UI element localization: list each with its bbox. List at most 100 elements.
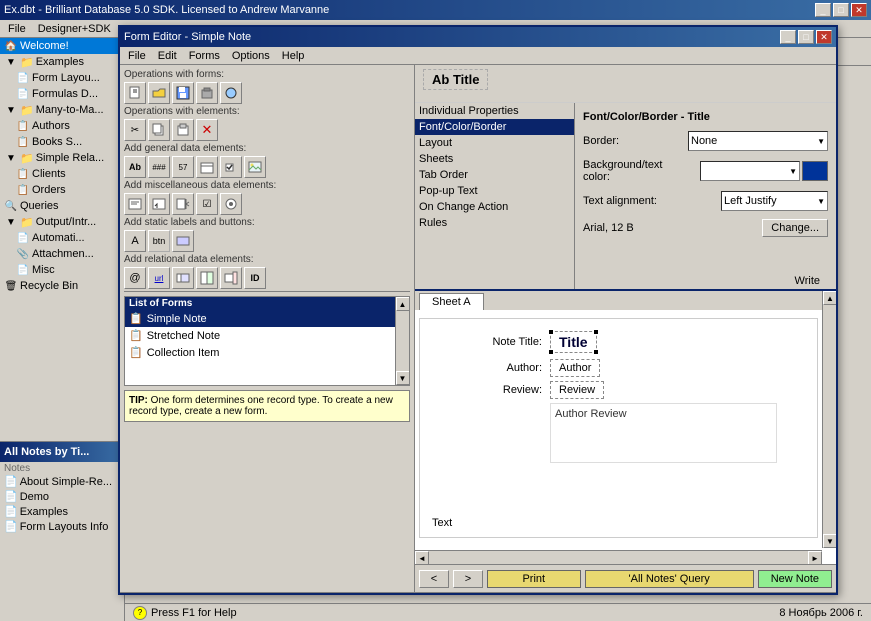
review-field[interactable]: Review [550,381,604,399]
outer-close-button[interactable]: ✕ [851,3,867,17]
tree-item-attach[interactable]: 📎 Attachmen... [12,246,124,262]
at-btn[interactable]: @ [124,267,146,289]
prop-layout[interactable]: Layout [415,135,574,151]
form-menu-help[interactable]: Help [276,49,311,63]
paste-btn[interactable] [172,119,194,141]
bg-color-select[interactable]: ▼ [700,161,800,181]
new-note-button[interactable]: New Note [758,570,832,588]
outer-menu-designer[interactable]: Designer+SDK [32,22,117,36]
prop-tab-order[interactable]: Tab Order [415,167,574,183]
border-select[interactable]: None ▼ [688,131,828,151]
misc-btn-1[interactable] [124,193,146,215]
form-item-stretched[interactable]: 📋 Stretched Note [125,327,395,344]
tree-item-simple-rela[interactable]: ▼ 📁 Simple Rela... [0,150,124,166]
add-text-btn[interactable]: Ab [124,156,146,178]
add-check-btn[interactable] [220,156,242,178]
rel-btn-1[interactable] [172,267,194,289]
tree-item-recycle[interactable]: 🗑 Recycle Bin [0,278,124,294]
button-btn[interactable]: btn [148,230,170,252]
note-item-examples[interactable]: 📄 Examples [0,504,125,519]
add-number-btn[interactable]: ### [148,156,170,178]
misc-btn-3[interactable] [172,193,194,215]
note-title-field[interactable]: Title [550,331,597,353]
misc-btn-2[interactable] [148,193,170,215]
note-item-about[interactable]: 📄 About Simple-Re... [0,474,125,489]
prev-btn[interactable]: < [419,570,449,588]
form-btn-5[interactable] [220,82,242,104]
form-editor-window: Form Editor - Simple Note _ □ ✕ File Edi… [118,25,838,595]
tree-item-auto[interactable]: 📄 Automati... [12,230,124,246]
rel-btn-2[interactable] [196,267,218,289]
misc-btn-4[interactable]: ☑ [196,193,218,215]
form-menu-edit[interactable]: Edit [152,49,183,63]
tree-item-orders[interactable]: 📋 Orders [12,182,124,198]
form-editor-minimize-button[interactable]: _ [780,30,796,44]
id-btn[interactable]: ID [244,267,266,289]
add-date-btn[interactable] [196,156,218,178]
rel-btn-3[interactable] [220,267,242,289]
sheet-scroll-up[interactable]: ▲ [823,291,836,305]
note-item-form-layouts[interactable]: 📄 Form Layouts Info [0,519,125,534]
add-misc-label: Add miscellaneous data elements: [124,180,410,191]
add-int-btn[interactable]: 57 [172,156,194,178]
copy-btn[interactable] [148,119,170,141]
prop-individual[interactable]: Individual Properties [415,103,574,119]
text-align-select[interactable]: Left Justify ▼ [721,191,828,211]
url-btn[interactable]: url [148,267,170,289]
all-notes-query-btn[interactable]: 'All Notes' Query [585,570,754,588]
cut-btn[interactable]: ✂ [124,119,146,141]
tree-item-examples[interactable]: ▼ 📁 Examples [0,54,124,70]
delete-form-btn[interactable] [196,82,218,104]
form-item-simple-note[interactable]: 📋 Simple Note [125,310,395,327]
form-menu-options[interactable]: Options [226,49,276,63]
prop-rules[interactable]: Rules [415,215,574,231]
sheet-scroll-left[interactable]: ◄ [415,551,429,564]
form-editor-maximize-button[interactable]: □ [798,30,814,44]
tree-item-queries[interactable]: 🔍 Queries [0,198,124,214]
handle-tr [594,330,598,334]
change-button[interactable]: Change... [762,219,828,237]
image-btn[interactable] [172,230,194,252]
form-editor-close-button[interactable]: ✕ [816,30,832,44]
author-review-area[interactable]: Author Review [550,403,777,463]
prop-sheets[interactable]: Sheets [415,151,574,167]
author-field[interactable]: Author [550,359,600,377]
note-item-demo[interactable]: 📄 Demo [0,489,125,504]
add-img-btn[interactable] [244,156,266,178]
tree-item-misc[interactable]: 📄 Misc [12,262,124,278]
tree-item-authors[interactable]: 📋 Authors [12,118,124,134]
label-btn[interactable]: A [124,230,146,252]
outer-maximize-button[interactable]: □ [833,3,849,17]
sheet-scroll-down[interactable]: ▼ [823,534,836,548]
outer-minimize-button[interactable]: _ [815,3,831,17]
scroll-up-btn[interactable]: ▲ [396,297,410,311]
prop-on-change[interactable]: On Change Action [415,199,574,215]
tree-item-many-to-many[interactable]: ▼ 📁 Many-to-Ma... [0,102,124,118]
prop-font-color[interactable]: Font/Color/Border [415,119,574,135]
tree-item-clients[interactable]: 📋 Clients [12,166,124,182]
new-form-btn[interactable] [124,82,146,104]
outer-menu-file[interactable]: File [2,22,32,36]
misc-btn-5[interactable] [220,193,242,215]
form-menu-file[interactable]: File [122,49,152,63]
tree-item-form-layout[interactable]: 📄 Form Layou... [12,70,124,86]
text-color-swatch[interactable] [802,161,828,181]
tree-item-books[interactable]: 📋 Books S... [12,134,124,150]
delete-element-btn[interactable]: ✕ [196,119,218,141]
sheet-scroll-right[interactable]: ► [808,551,822,564]
outer-title-text: Ex.dbt - Brilliant Database 5.0 SDK. Lic… [4,4,329,16]
tree-item-welcome[interactable]: 🏠 Welcome! [0,38,124,54]
sheet-tab-a[interactable]: Sheet A [419,293,484,310]
tree-item-formulas[interactable]: 📄 Formulas D... [12,86,124,102]
scroll-down-btn[interactable]: ▼ [396,371,410,385]
recycle-icon: 🗑 [4,279,18,293]
save-form-btn[interactable] [172,82,194,104]
next-btn[interactable]: > [453,570,483,588]
tree-item-output[interactable]: ▼ 📁 Output/Intr... [0,214,124,230]
form-menu-forms[interactable]: Forms [183,49,226,63]
table-icon-books: 📋 [16,135,30,149]
print-btn[interactable]: Print [487,570,581,588]
form-item-collection[interactable]: 📋 Collection Item [125,344,395,361]
prop-popup[interactable]: Pop-up Text [415,183,574,199]
open-form-btn[interactable] [148,82,170,104]
